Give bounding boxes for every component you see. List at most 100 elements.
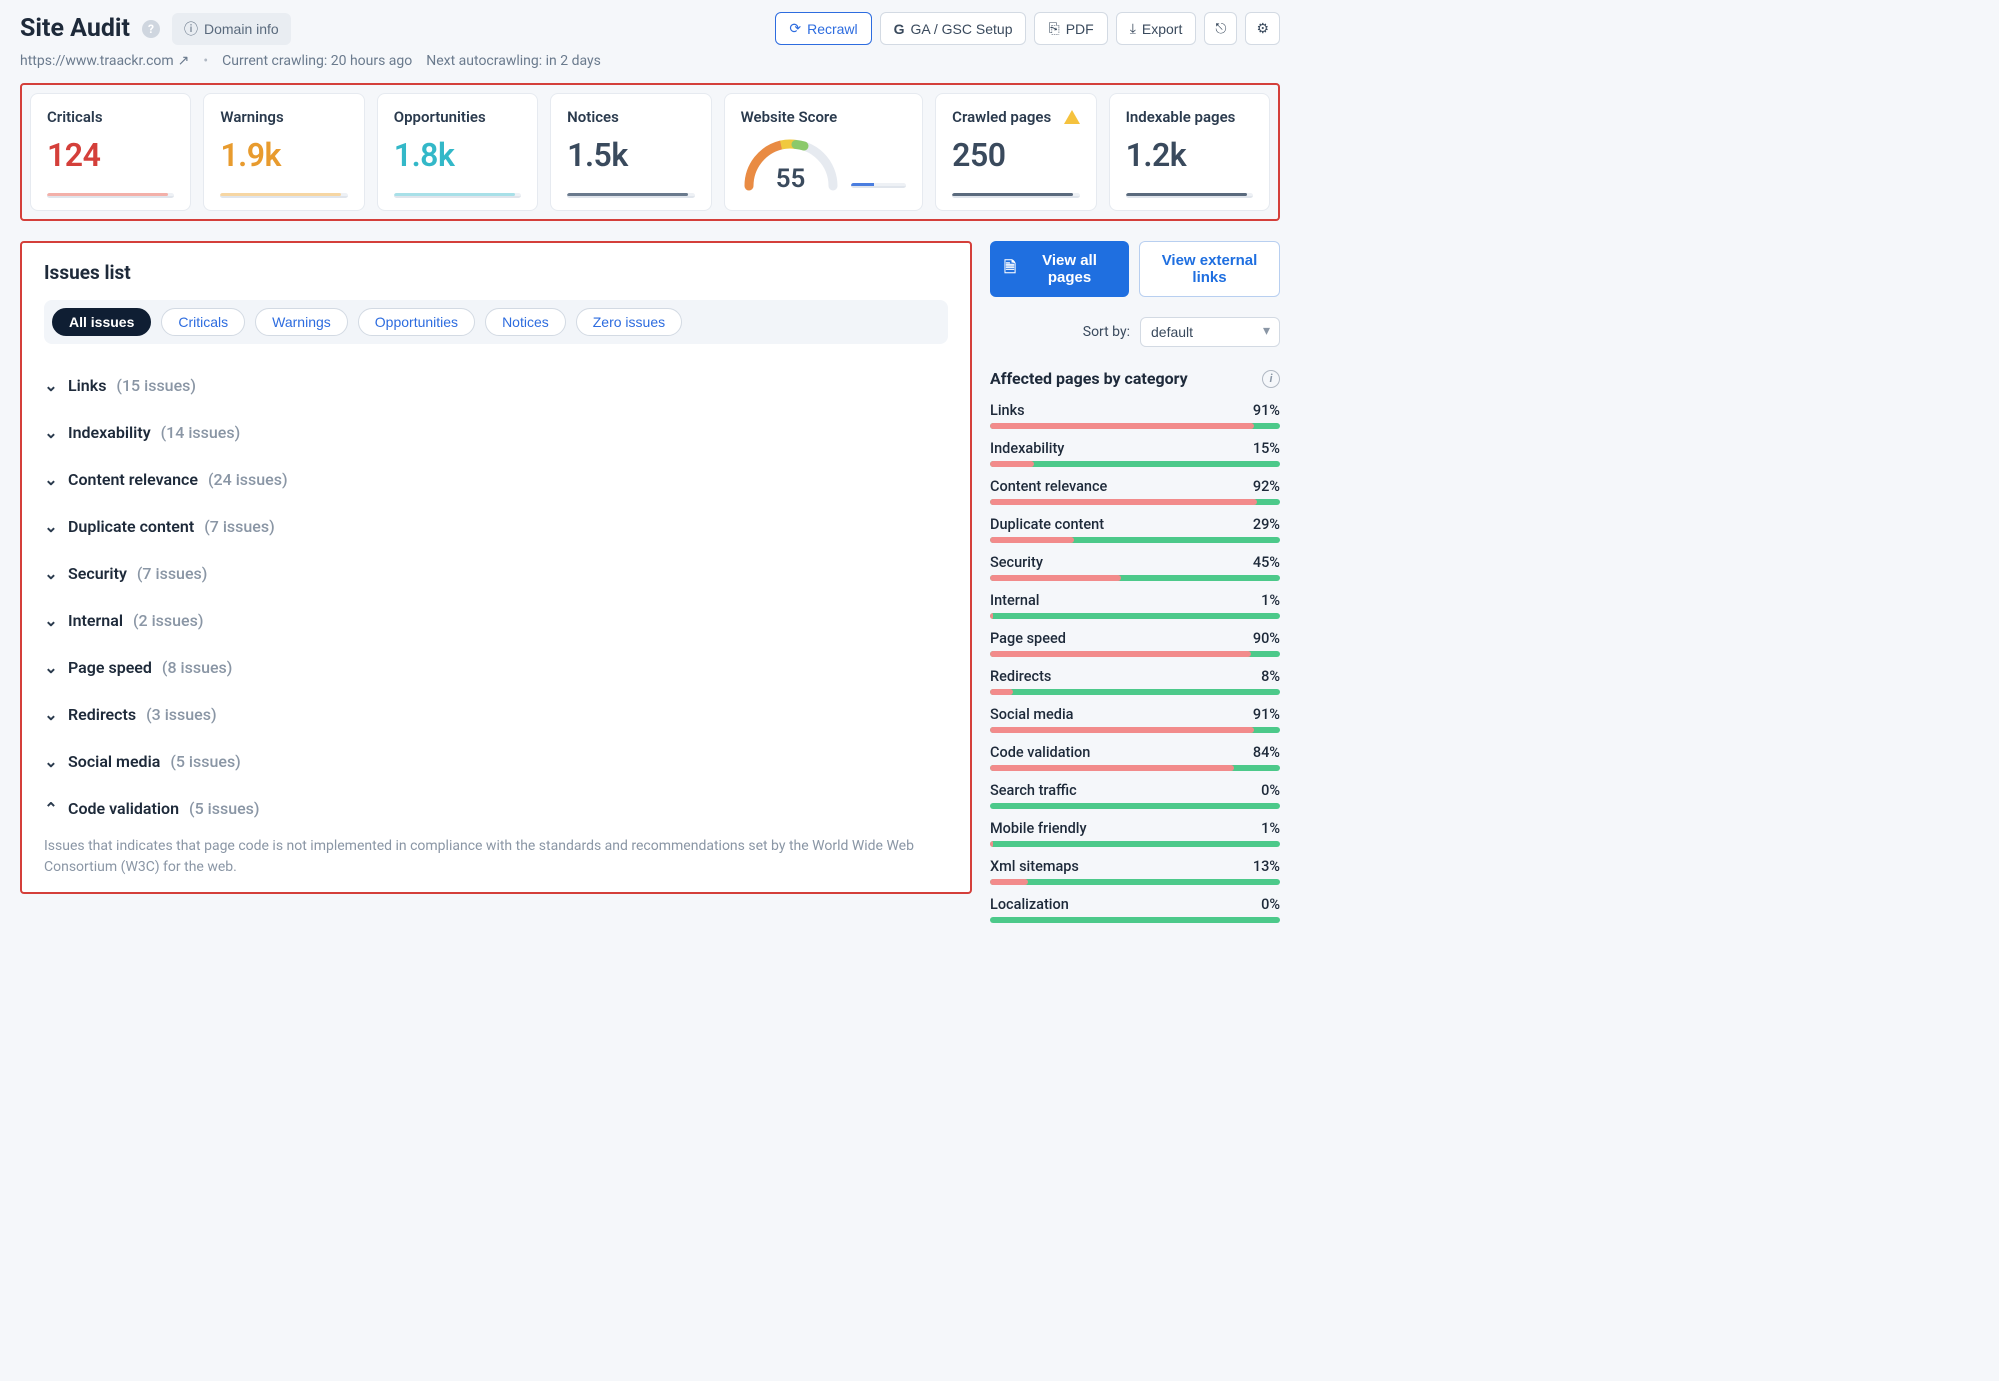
view-external-links-button[interactable]: View external links	[1139, 241, 1280, 297]
issue-row[interactable]: ⌄Social media(5 issues)	[44, 738, 948, 785]
stat-label: Warnings	[220, 108, 347, 126]
issues-title: Issues list	[44, 261, 948, 284]
stat-card-indexable-pages[interactable]: Indexable pages 1.2k	[1109, 93, 1270, 211]
issue-count: (5 issues)	[189, 799, 259, 818]
domain-url-link[interactable]: https://www.traackr.com ↗	[20, 53, 189, 69]
export-label: Export	[1142, 21, 1182, 37]
category-name: Mobile friendly	[990, 820, 1087, 837]
settings-button[interactable]: ⚙	[1245, 12, 1280, 45]
category-bar	[990, 917, 1280, 923]
filter-criticals[interactable]: Criticals	[161, 308, 245, 336]
score-value: 55	[741, 164, 841, 194]
filter-opportunities[interactable]: Opportunities	[358, 308, 475, 336]
stat-value: 250	[952, 136, 1079, 174]
issue-row[interactable]: ⌄Duplicate content(7 issues)	[44, 503, 948, 550]
stat-card-notices[interactable]: Notices 1.5k	[550, 93, 711, 211]
issues-list: ⌄Links(15 issues)⌄Indexability(14 issues…	[44, 362, 948, 832]
issue-count: (5 issues)	[170, 752, 240, 771]
stat-bar	[567, 193, 694, 198]
category-name: Social media	[990, 706, 1073, 723]
share-button[interactable]: ⎋	[1204, 12, 1237, 45]
category-row[interactable]: Content relevance92%	[990, 478, 1280, 505]
stat-bar	[394, 193, 521, 198]
ga-gsc-label: GA / GSC Setup	[911, 21, 1013, 37]
category-bar	[990, 689, 1280, 695]
filter-all-issues[interactable]: All issues	[52, 308, 151, 336]
stat-card-crawled-pages[interactable]: Crawled pages 250	[935, 93, 1096, 211]
stat-card-opportunities[interactable]: Opportunities 1.8k	[377, 93, 538, 211]
chevron-down-icon: ⌄	[44, 658, 58, 677]
issues-panel: Issues list All issues Criticals Warning…	[20, 241, 972, 894]
category-bar	[990, 537, 1280, 543]
sort-by-label: Sort by:	[1083, 324, 1130, 340]
category-name: Xml sitemaps	[990, 858, 1079, 875]
chevron-down-icon: ⌄	[44, 470, 58, 489]
ga-gsc-setup-button[interactable]: G GA / GSC Setup	[880, 12, 1027, 45]
help-icon[interactable]: ?	[142, 20, 160, 38]
issue-name: Indexability	[68, 423, 151, 442]
filter-zero-issues[interactable]: Zero issues	[576, 308, 682, 336]
stat-card-warnings[interactable]: Warnings 1.9k	[203, 93, 364, 211]
stat-label: Notices	[567, 108, 694, 126]
chevron-down-icon: ⌄	[44, 705, 58, 724]
category-name: Internal	[990, 592, 1039, 609]
issue-row[interactable]: ⌄Content relevance(24 issues)	[44, 456, 948, 503]
category-row[interactable]: Duplicate content29%	[990, 516, 1280, 543]
issue-row[interactable]: ⌄Internal(2 issues)	[44, 597, 948, 644]
issue-row[interactable]: ⌄Security(7 issues)	[44, 550, 948, 597]
category-row[interactable]: Security45%	[990, 554, 1280, 581]
stat-value: 1.2k	[1126, 136, 1253, 174]
affected-title: Affected pages by category	[990, 369, 1188, 388]
sidebar: 🗎 View all pages View external links Sor…	[990, 241, 1280, 934]
category-row[interactable]: Xml sitemaps13%	[990, 858, 1280, 885]
recrawl-label: Recrawl	[807, 21, 858, 37]
issue-name: Social media	[68, 752, 160, 771]
stat-label: Opportunities	[394, 108, 521, 126]
info-icon[interactable]: i	[1262, 370, 1280, 388]
category-bar	[990, 651, 1280, 657]
category-name: Content relevance	[990, 478, 1107, 495]
category-name: Duplicate content	[990, 516, 1104, 533]
category-percent: 91%	[1253, 402, 1280, 419]
category-row[interactable]: Mobile friendly1%	[990, 820, 1280, 847]
chevron-down-icon: ⌄	[44, 376, 58, 395]
issue-row[interactable]: ⌃Code validation(5 issues)	[44, 785, 948, 832]
stat-label: Criticals	[47, 108, 174, 126]
stat-bar	[47, 193, 174, 198]
stat-card-website-score[interactable]: Website Score 55	[724, 93, 924, 211]
pdf-button[interactable]: ⎘ PDF	[1034, 12, 1107, 45]
page-title: Site Audit	[20, 14, 130, 43]
category-row[interactable]: Page speed90%	[990, 630, 1280, 657]
stat-value: 1.9k	[220, 136, 347, 174]
category-row[interactable]: Code validation84%	[990, 744, 1280, 771]
stat-label: Indexable pages	[1126, 108, 1253, 126]
view-all-pages-button[interactable]: 🗎 View all pages	[990, 241, 1129, 297]
filter-warnings[interactable]: Warnings	[255, 308, 348, 336]
domain-info-button[interactable]: ⓘ Domain info	[172, 13, 291, 45]
category-name: Localization	[990, 896, 1069, 913]
category-row[interactable]: Localization0%	[990, 896, 1280, 923]
category-row[interactable]: Indexability15%	[990, 440, 1280, 467]
sort-by-select[interactable]: default	[1140, 317, 1280, 347]
category-row[interactable]: Links91%	[990, 402, 1280, 429]
issue-count: (15 issues)	[116, 376, 196, 395]
issue-row[interactable]: ⌄Redirects(3 issues)	[44, 691, 948, 738]
google-icon: G	[894, 21, 905, 37]
issue-name: Content relevance	[68, 470, 198, 489]
code-validation-description: Issues that indicates that page code is …	[44, 836, 948, 878]
category-row[interactable]: Search traffic0%	[990, 782, 1280, 809]
category-row[interactable]: Redirects8%	[990, 668, 1280, 695]
category-name: Security	[990, 554, 1043, 571]
issue-row[interactable]: ⌄Indexability(14 issues)	[44, 409, 948, 456]
category-row[interactable]: Internal 1%	[990, 592, 1280, 619]
stat-card-criticals[interactable]: Criticals 124	[30, 93, 191, 211]
issue-name: Page speed	[68, 658, 152, 677]
category-percent: 1%	[1261, 592, 1280, 609]
recrawl-button[interactable]: ⟳ Recrawl	[775, 12, 871, 45]
filter-notices[interactable]: Notices	[485, 308, 566, 336]
export-button[interactable]: ⤓ Export	[1116, 12, 1197, 45]
issue-row[interactable]: ⌄Links(15 issues)	[44, 362, 948, 409]
filter-bar: All issues Criticals Warnings Opportunit…	[44, 300, 948, 344]
category-row[interactable]: Social media91%	[990, 706, 1280, 733]
issue-row[interactable]: ⌄Page speed(8 issues)	[44, 644, 948, 691]
